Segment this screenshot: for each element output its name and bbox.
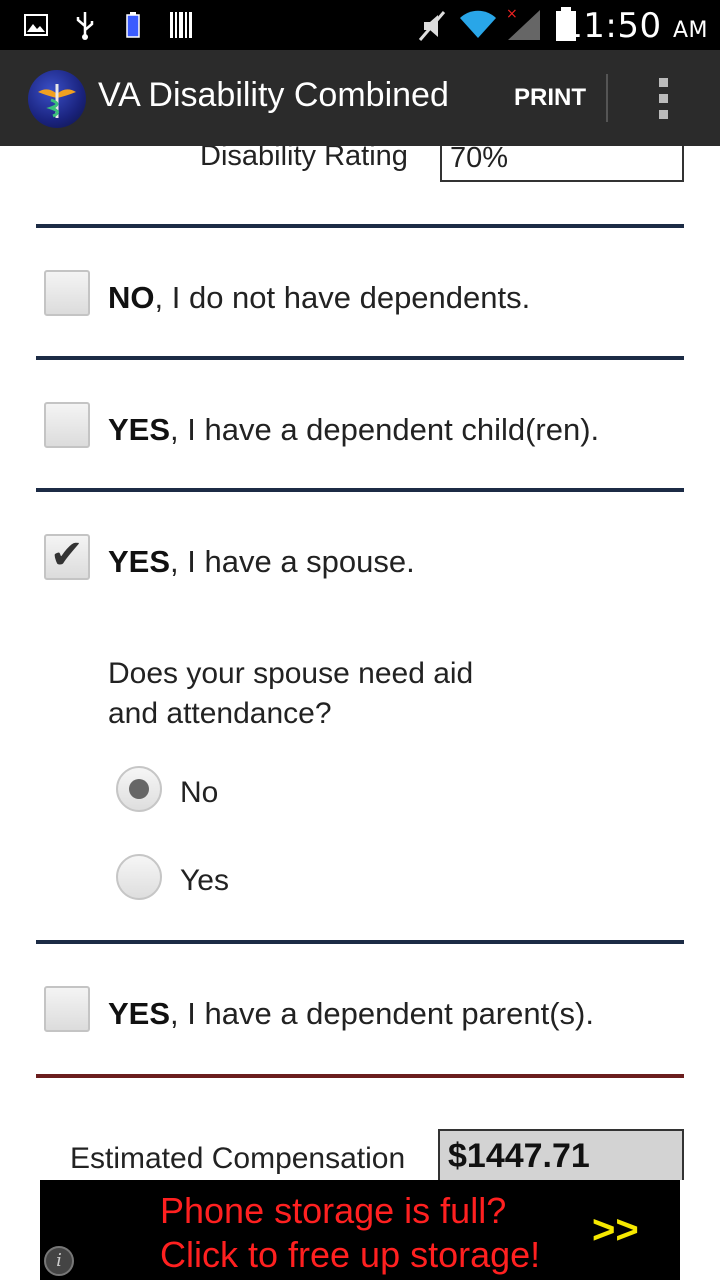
app-title: VA Disability Combined	[98, 76, 449, 114]
option-text: , I do not have dependents.	[154, 280, 531, 315]
barcode-icon	[170, 12, 192, 38]
section-divider	[36, 356, 684, 360]
option-keyword: YES	[108, 412, 171, 447]
signal-icon: ×	[506, 6, 540, 40]
option-text: , I have a spouse.	[170, 544, 415, 579]
question-line: and attendance?	[108, 697, 332, 730]
status-bar: × 11:50 AM	[0, 0, 720, 50]
option-text: , I have a dependent child(ren).	[170, 412, 600, 447]
option-keyword: YES	[108, 544, 171, 579]
aid-yes-radio[interactable]	[116, 854, 162, 900]
section-divider	[36, 488, 684, 492]
wifi-icon	[460, 10, 496, 38]
aid-yes-label[interactable]: Yes	[180, 864, 229, 898]
clock: 11:50 AM	[561, 6, 708, 46]
ad-banner[interactable]: Phone storage is full? Click to free up …	[40, 1180, 680, 1280]
no-dependents-checkbox[interactable]	[44, 270, 90, 316]
form-content[interactable]: Disability Rating 70% NO, I do not have …	[0, 146, 720, 1180]
option-text: , I have a dependent parent(s).	[170, 996, 594, 1031]
parent-dependent-label[interactable]: YES, I have a dependent parent(s).	[108, 996, 594, 1032]
aid-no-label[interactable]: No	[180, 776, 218, 810]
no-dependents-label[interactable]: NO, I do not have dependents.	[108, 280, 530, 316]
mute-icon	[418, 11, 446, 41]
radio-selected-dot	[129, 779, 149, 799]
print-button[interactable]: PRINT	[514, 84, 586, 112]
aid-attendance-question: Does your spouse need aid and attendance…	[108, 654, 528, 734]
overflow-menu-icon[interactable]	[640, 76, 686, 122]
ad-line-1[interactable]: Phone storage is full?	[160, 1190, 506, 1232]
child-dependent-label[interactable]: YES, I have a dependent child(ren).	[108, 412, 599, 448]
image-icon	[24, 14, 48, 36]
question-line: Does your spouse need aid	[108, 657, 474, 690]
spouse-checkbox[interactable]: ✔	[44, 532, 90, 580]
caduceus-logo-icon[interactable]	[28, 70, 86, 128]
action-bar-divider	[606, 74, 608, 122]
estimated-compensation-value: $1447.71	[438, 1129, 684, 1180]
battery-small-icon	[126, 12, 140, 38]
spouse-label[interactable]: YES, I have a spouse.	[108, 544, 415, 580]
section-divider	[36, 940, 684, 944]
option-keyword: YES	[108, 996, 171, 1031]
aid-no-radio[interactable]	[116, 766, 162, 812]
checkmark-icon: ✔	[50, 532, 84, 578]
disability-rating-field[interactable]: 70%	[440, 146, 684, 182]
section-divider	[36, 224, 684, 228]
svg-text:×: ×	[506, 6, 518, 22]
section-divider-red	[36, 1074, 684, 1078]
ad-info-icon[interactable]: i	[44, 1246, 74, 1276]
estimated-compensation-label: Estimated Compensation	[70, 1142, 406, 1175]
usb-icon	[76, 12, 94, 40]
disability-rating-label: Disability Rating	[200, 146, 408, 172]
parent-dependent-checkbox[interactable]	[44, 986, 90, 1032]
child-dependent-checkbox[interactable]	[44, 402, 90, 448]
action-bar: VA Disability Combined PRINT	[0, 50, 720, 146]
option-keyword: NO	[108, 280, 155, 315]
ad-arrows[interactable]: >>	[592, 1208, 639, 1253]
ad-line-2[interactable]: Click to free up storage!	[160, 1234, 540, 1276]
